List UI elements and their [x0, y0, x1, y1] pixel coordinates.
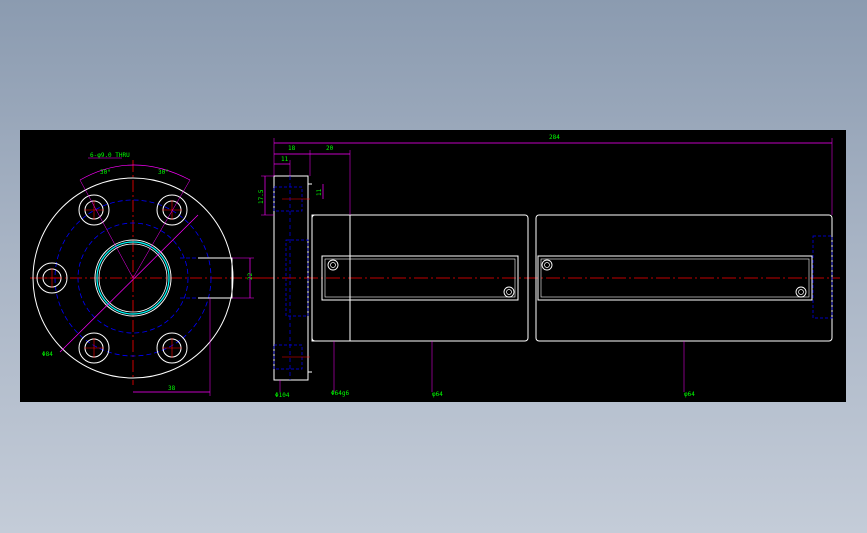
nut-1-pin-b-inner — [506, 289, 512, 295]
drawing-canvas: 6-φ9.0 THRU 30° 30° Φ84 38 22 284 18 20 … — [30, 134, 840, 399]
hole-height-text: 11 — [316, 188, 323, 196]
nut-1-pin-a-inner — [330, 262, 336, 268]
dia-label-text: Φ84 — [42, 351, 53, 358]
angle-right-text: 30° — [158, 169, 169, 176]
angle-left-text: 30° — [100, 169, 111, 176]
diameter-leader — [59, 214, 199, 353]
offset-dim-text: 38 — [168, 385, 176, 392]
overall-length-text: 284 — [549, 134, 560, 141]
hole-note-text: 6-φ9.0 THRU — [90, 152, 130, 159]
bolt-hole-bottom-right — [156, 332, 188, 364]
nut-dia-1-text: φ64 — [432, 391, 443, 398]
flange-height-text: 17.5 — [258, 189, 265, 204]
front-view: 6-φ9.0 THRU 30° 30° Φ84 38 22 — [30, 152, 260, 396]
nut-2-end-hidden — [812, 235, 833, 319]
flange-width-text: 18 — [288, 145, 296, 152]
bolt-hole-top-left — [78, 194, 110, 226]
step-width-text: 11 — [281, 156, 289, 163]
angle-ext-right — [132, 179, 191, 279]
flange-dia-text: Φ104 — [275, 392, 290, 399]
bolt-hole-top-right — [156, 194, 188, 226]
pilot-dia-text: Φ64g6 — [331, 390, 349, 397]
side-view: 284 18 20 11 17.5 11 Φ104 Φ64g6 φ64 φ64 — [258, 134, 840, 399]
nut-2-pin-b — [795, 286, 807, 298]
bolt-holes — [36, 194, 188, 364]
cad-viewport[interactable]: 6-φ9.0 THRU 30° 30° Φ84 38 22 284 18 20 … — [20, 130, 846, 402]
nut-2-pin-a-inner — [544, 262, 550, 268]
angle-ext-left — [79, 179, 134, 279]
nut-1-pin-a — [327, 259, 339, 271]
nut-2-pin-a — [541, 259, 553, 271]
pilot-length-text: 20 — [326, 145, 334, 152]
nut-1-pin-b — [503, 286, 515, 298]
nut-2-pin-b-inner — [798, 289, 804, 295]
nut-dia-2-text: φ64 — [684, 391, 695, 398]
flat-dim-text: 22 — [247, 272, 254, 280]
bolt-hole-bottom-left — [78, 332, 110, 364]
